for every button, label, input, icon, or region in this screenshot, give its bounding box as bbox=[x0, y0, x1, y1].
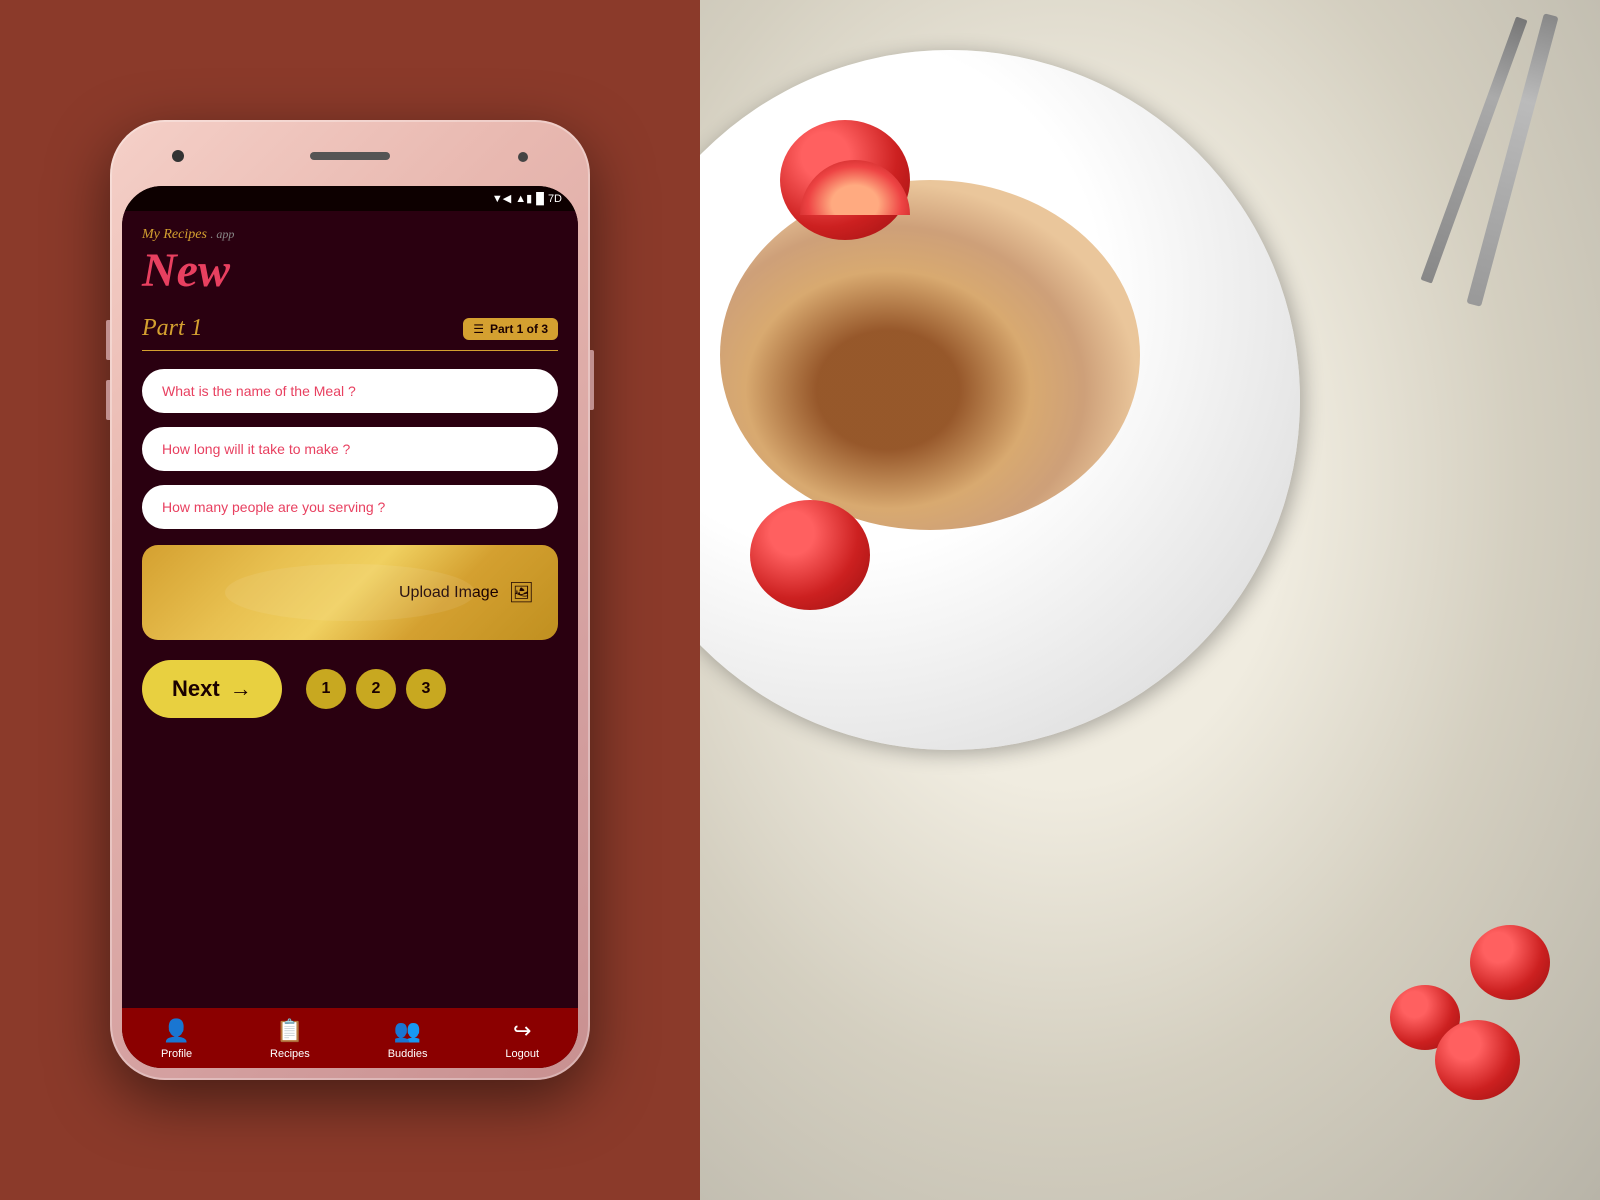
recipes-label: Recipes bbox=[270, 1048, 310, 1060]
phone-speaker bbox=[310, 152, 390, 160]
phone-screen: ▼◀ ▲▮ █ 7D My Recipes . app New bbox=[122, 186, 578, 1068]
page-title: New bbox=[142, 247, 558, 295]
status-icons: ▼◀ ▲▮ █ 7D bbox=[492, 192, 562, 205]
next-label: Next bbox=[172, 676, 220, 702]
tomato-small-3 bbox=[1435, 1020, 1520, 1100]
power-button bbox=[590, 350, 594, 410]
logout-label: Logout bbox=[505, 1048, 539, 1060]
buddies-icon: 👥 bbox=[394, 1018, 421, 1044]
status-bar: ▼◀ ▲▮ █ 7D bbox=[122, 186, 578, 211]
bottom-nav: 👤 Profile 📋 Recipes 👥 Buddies ↪ Logout bbox=[122, 1008, 578, 1068]
brand-suffix: . app bbox=[210, 227, 234, 241]
progress-text: Part 1 of 3 bbox=[490, 322, 548, 336]
tomato-2 bbox=[750, 500, 870, 610]
nav-item-buddies[interactable]: 👥 Buddies bbox=[388, 1018, 428, 1060]
upload-icon: 🖼 bbox=[509, 580, 534, 605]
tomato-small-1 bbox=[1470, 925, 1550, 1000]
app-header: My Recipes . app New bbox=[142, 227, 558, 303]
app-content: My Recipes . app New Part 1 ☰ Part 1 of … bbox=[122, 211, 578, 1008]
nav-item-logout[interactable]: ↪ Logout bbox=[505, 1018, 539, 1060]
phone-top-bar bbox=[122, 132, 578, 182]
step-dot-1[interactable]: 1 bbox=[306, 669, 346, 709]
bottom-action-row: Next → 1 2 3 bbox=[142, 660, 558, 718]
upload-label: Upload Image bbox=[399, 584, 499, 602]
next-button[interactable]: Next → bbox=[142, 660, 282, 718]
part-header: Part 1 ☰ Part 1 of 3 bbox=[142, 315, 558, 351]
signal-icon: ▲▮ bbox=[515, 192, 532, 205]
logout-icon: ↪ bbox=[513, 1018, 531, 1044]
part-title: Part 1 bbox=[142, 315, 203, 342]
brand-name: My Recipes bbox=[142, 227, 207, 242]
progress-icon: ☰ bbox=[473, 322, 484, 336]
volume-up-button bbox=[106, 320, 110, 360]
phone-frame: ▼◀ ▲▮ █ 7D My Recipes . app New bbox=[110, 120, 590, 1080]
upload-image-button[interactable]: Upload Image 🖼 bbox=[142, 545, 558, 640]
nav-item-recipes[interactable]: 📋 Recipes bbox=[270, 1018, 310, 1060]
step-dot-2[interactable]: 2 bbox=[356, 669, 396, 709]
step-indicators: 1 2 3 bbox=[306, 669, 446, 709]
app-brand: My Recipes . app bbox=[142, 227, 558, 243]
next-arrow-icon: → bbox=[230, 676, 252, 702]
step-dot-3[interactable]: 3 bbox=[406, 669, 446, 709]
recipes-icon: 📋 bbox=[276, 1018, 303, 1044]
phone-sensor bbox=[518, 152, 528, 162]
buddies-label: Buddies bbox=[388, 1048, 428, 1060]
front-camera bbox=[172, 150, 184, 162]
cook-time-input[interactable] bbox=[142, 427, 558, 471]
volume-down-button bbox=[106, 380, 110, 420]
pasta bbox=[720, 180, 1140, 530]
part-progress-badge: ☰ Part 1 of 3 bbox=[463, 318, 558, 340]
nav-item-profile[interactable]: 👤 Profile bbox=[161, 1018, 192, 1060]
profile-icon: 👤 bbox=[163, 1018, 190, 1044]
battery-icon: █ bbox=[536, 193, 544, 205]
wifi-icon: ▼◀ bbox=[492, 192, 511, 205]
food-background bbox=[700, 0, 1600, 1200]
form-fields bbox=[142, 369, 558, 529]
battery-text: 7D bbox=[548, 193, 562, 205]
left-panel: ▼◀ ▲▮ █ 7D My Recipes . app New bbox=[0, 0, 700, 1200]
profile-label: Profile bbox=[161, 1048, 192, 1060]
right-panel-food-photo bbox=[700, 0, 1600, 1200]
serving-size-input[interactable] bbox=[142, 485, 558, 529]
meal-name-input[interactable] bbox=[142, 369, 558, 413]
